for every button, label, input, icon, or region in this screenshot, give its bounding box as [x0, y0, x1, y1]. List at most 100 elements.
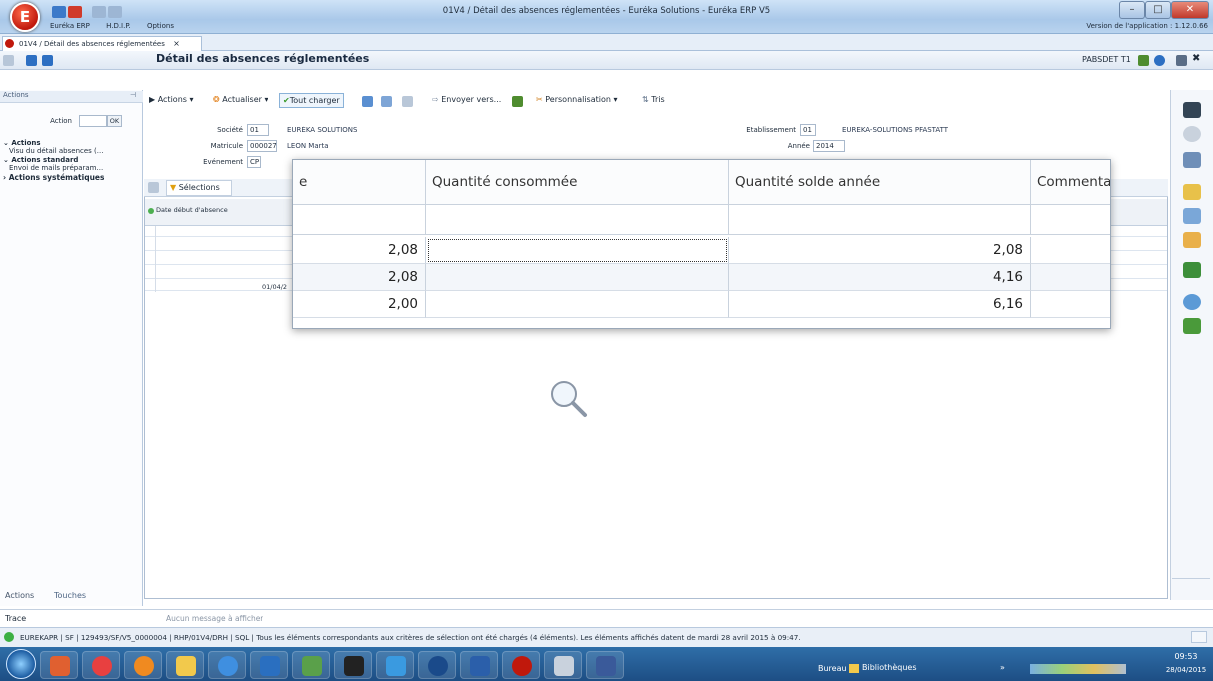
help-icon[interactable] — [1154, 55, 1165, 66]
popup-filter-cell[interactable] — [729, 205, 1031, 235]
filter-off-icon[interactable] — [148, 182, 159, 193]
popup-col-quantite-solde[interactable]: Quantité solde année — [729, 160, 1031, 205]
settings-icon[interactable] — [1183, 294, 1201, 310]
tab-actions[interactable]: Actions — [5, 591, 34, 600]
taskbar-libraries[interactable]: Bibliothèques — [862, 663, 917, 672]
action-input[interactable] — [79, 115, 107, 127]
popup-cell[interactable] — [1031, 237, 1110, 264]
run-icon[interactable] — [1183, 318, 1201, 334]
document-tab-close-icon[interactable]: × — [173, 39, 180, 48]
excel-export-icon[interactable] — [512, 96, 523, 107]
popup-cell[interactable]: 6,16 — [729, 291, 1031, 318]
comment-icon[interactable] — [1183, 184, 1201, 200]
document-tab[interactable]: 01V4 / Détail des absences réglementées … — [2, 36, 202, 51]
popup-cell[interactable]: 2,08 — [293, 237, 426, 264]
maximize-button[interactable]: □ — [1145, 1, 1171, 19]
popup-cell[interactable] — [426, 291, 729, 318]
clock-date[interactable]: 28/04/2015 — [1163, 666, 1209, 674]
calendar-icon[interactable] — [362, 96, 373, 107]
societe-field[interactable]: 01 — [247, 124, 269, 136]
close-screen-icon[interactable]: ✖ — [1192, 53, 1200, 64]
search-icon[interactable] — [1183, 126, 1201, 142]
sheet-icon[interactable] — [1183, 232, 1201, 248]
popup-cell[interactable]: 2,00 — [293, 291, 426, 318]
refresh-icon: ❂ — [213, 95, 220, 104]
refresh-button[interactable]: ❂ Actualiser ▾ — [213, 95, 268, 104]
nav-forward-icon[interactable] — [42, 55, 53, 66]
col-date-debut[interactable]: Date début d'absence — [156, 206, 228, 214]
pin-icon[interactable]: ⊣ — [130, 91, 136, 99]
taskbar-app[interactable] — [418, 651, 456, 679]
folder-icon — [849, 664, 859, 673]
load-all-button[interactable]: ✔Tout charger — [279, 93, 344, 108]
actions-menu[interactable]: ▶ Actions ▾ — [149, 95, 194, 104]
taskbar-app[interactable] — [124, 651, 162, 679]
popup-cell-focused[interactable] — [426, 237, 729, 264]
taskbar-app[interactable] — [376, 651, 414, 679]
tray-icons[interactable] — [1030, 664, 1126, 674]
popup-cell[interactable] — [426, 264, 729, 291]
tree-actions-standard[interactable]: ⌄ Actions standard — [3, 156, 78, 164]
customize-button[interactable]: ✂ Personnalisation ▾ — [536, 95, 618, 104]
export-icon[interactable] — [402, 96, 413, 107]
taskbar-app[interactable] — [502, 651, 540, 679]
popup-cell[interactable]: 4,16 — [729, 264, 1031, 291]
popup-filter-cell[interactable] — [426, 205, 729, 235]
popup-col-quantite[interactable]: e — [293, 160, 426, 205]
taskbar-app[interactable] — [586, 651, 624, 679]
minimize-button[interactable]: – — [1119, 1, 1145, 19]
matricule-label: Matricule — [210, 142, 243, 150]
taskbar-app[interactable] — [334, 651, 372, 679]
popup-col-quantite-consommee[interactable]: Quantité consommée — [426, 160, 729, 205]
nav-icon[interactable] — [26, 55, 37, 66]
matricule-field[interactable]: 000027 — [247, 140, 277, 152]
annee-field[interactable]: 2014 — [813, 140, 845, 152]
annee-label: Année — [787, 142, 810, 150]
menu-hdip[interactable]: H.D.I.P. — [106, 22, 131, 30]
evenement-label: Evénement — [203, 158, 243, 166]
popup-cell[interactable] — [1031, 291, 1110, 318]
send-to-button[interactable]: ⇨ Envoyer vers... — [432, 95, 501, 104]
excel-icon[interactable] — [1138, 55, 1149, 66]
add-window-icon[interactable] — [1183, 262, 1201, 278]
taskbar-app[interactable] — [40, 651, 78, 679]
tree-envoi-mails[interactable]: Envoi de mails préparam... — [9, 164, 142, 172]
etab-field[interactable]: 01 — [800, 124, 816, 136]
selections-button[interactable]: ▼ Sélections — [166, 180, 232, 196]
tray-expand-icon[interactable]: » — [1000, 663, 1005, 672]
menu-eureka-erp[interactable]: Euréka ERP — [50, 22, 90, 30]
taskbar-app[interactable] — [460, 651, 498, 679]
menu-options[interactable]: Options — [147, 22, 174, 30]
clock-time[interactable]: 09:53 — [1163, 652, 1209, 661]
sort-button[interactable]: ⇅ Tris — [642, 95, 665, 104]
taskbar-app[interactable] — [292, 651, 330, 679]
taskbar-app[interactable] — [250, 651, 288, 679]
layout-icon[interactable] — [3, 55, 14, 66]
taskbar-bureau[interactable]: Bureau — [818, 664, 847, 673]
start-button[interactable] — [6, 649, 36, 679]
taskbar-app[interactable] — [208, 651, 246, 679]
user-info-icon[interactable] — [1183, 152, 1201, 168]
window-icon[interactable] — [381, 96, 392, 107]
close-window-button[interactable]: ✕ — [1171, 1, 1209, 19]
taskbar-app[interactable] — [166, 651, 204, 679]
action-ok-button[interactable]: OK — [107, 115, 122, 127]
tree-actions-systematiques[interactable]: › Actions systématiques — [3, 173, 104, 182]
grid-layout-icon[interactable] — [1176, 55, 1187, 66]
popup-cell[interactable]: 2,08 — [293, 264, 426, 291]
popup-cell[interactable]: 2,08 — [729, 237, 1031, 264]
console-icon[interactable] — [1183, 102, 1201, 118]
popup-filter-cell[interactable] — [1031, 205, 1110, 235]
taskbar-app[interactable] — [82, 651, 120, 679]
tree-visu-detail[interactable]: Visu du détail absences (... — [9, 147, 142, 155]
evenement-field[interactable]: CP — [247, 156, 261, 168]
form-icon[interactable] — [1183, 208, 1201, 224]
societe-name: EURÉKA SOLUTIONS — [287, 126, 358, 134]
popup-filter-cell[interactable] — [293, 205, 426, 235]
popup-col-commentaire[interactable]: Commentai — [1031, 160, 1110, 205]
status-layout-icon[interactable] — [1191, 631, 1207, 643]
taskbar-app[interactable] — [544, 651, 582, 679]
tab-touches[interactable]: Touches — [54, 591, 86, 600]
popup-cell[interactable] — [1031, 264, 1110, 291]
tree-actions[interactable]: ⌄ Actions — [3, 139, 41, 147]
